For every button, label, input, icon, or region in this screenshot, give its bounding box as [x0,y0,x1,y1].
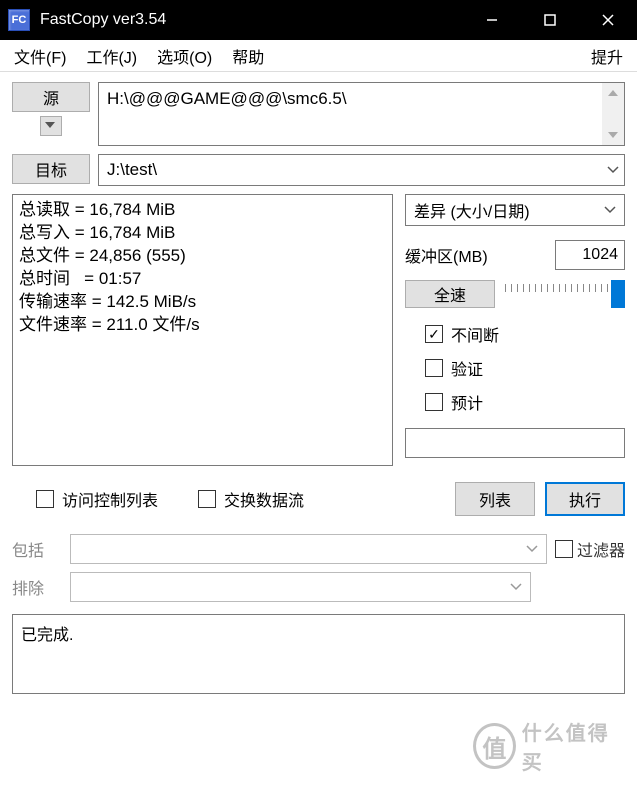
stats-box: 总读取 = 16,784 MiB 总写入 = 16,784 MiB 总文件 = … [12,194,393,466]
speed-slider[interactable] [505,280,625,308]
menu-options[interactable]: 选项(O) [151,40,218,72]
watermark-icon: 值 [473,723,516,769]
stat-total-files: 总文件 = 24,856 (555) [19,246,186,265]
chevron-down-icon [526,540,538,558]
window-controls [463,0,637,40]
filter-toggle-label: 过滤器 [577,537,625,561]
scroll-up-icon[interactable] [602,83,624,103]
include-filter-row: 包括 过滤器 [12,534,625,564]
dest-row: 目标 [12,154,625,186]
slider-thumb[interactable] [611,280,625,308]
execute-button[interactable]: 执行 [545,482,625,516]
scroll-down-icon[interactable] [602,125,624,145]
speed-row: 全速 [405,280,625,308]
watermark: 值 什么值得买 [473,716,623,776]
options-checks: 不间断 验证 预计 [405,322,625,414]
checkbox-icon [555,540,573,558]
acl-label: 访问控制列表 [62,487,158,511]
altstream-checkbox[interactable]: 交换数据流 [198,487,304,511]
filter-toggle-checkbox[interactable]: 过滤器 [555,537,625,561]
stat-total-write: 总写入 = 16,784 MiB [19,223,175,242]
stat-file-rate: 文件速率 = 211.0 文件/s [19,315,200,334]
checkbox-icon [425,359,443,377]
dest-dropdown-arrow[interactable] [602,155,624,185]
right-column: 差异 (大小/日期) 缓冲区(MB) 全速 不间断 [405,194,625,466]
buffer-row: 缓冲区(MB) [405,240,625,270]
chevron-down-icon [604,201,616,219]
checkbox-icon [425,325,443,343]
title-bar: FC FastCopy ver3.54 [0,0,637,40]
minimize-button[interactable] [463,0,521,40]
exclude-filter-row: 排除 [12,572,625,602]
copy-mode-combo[interactable]: 差异 (大小/日期) [405,194,625,226]
source-path-box: H:\@@@GAME@@@\smc6.5\ [98,82,625,146]
checkbox-icon [198,490,216,508]
log-box: 已完成. [12,614,625,694]
source-scrollbar[interactable] [602,83,624,145]
close-button[interactable] [579,0,637,40]
include-filter-combo[interactable] [70,534,547,564]
checkbox-icon [425,393,443,411]
altstream-label: 交换数据流 [224,487,304,511]
dest-button[interactable]: 目标 [12,154,90,184]
main-row: 总读取 = 16,784 MiB 总写入 = 16,784 MiB 总文件 = … [12,194,625,466]
exclude-label: 排除 [12,575,62,599]
chevron-down-icon [510,578,522,596]
menu-job[interactable]: 工作(J) [80,40,143,72]
stat-total-read: 总读取 = 16,784 MiB [19,200,175,219]
dest-path-input[interactable] [99,155,602,185]
chevron-down-icon [607,166,619,174]
estimate-checkbox[interactable]: 预计 [425,390,625,414]
slider-track [505,284,625,292]
watermark-text: 什么值得买 [522,717,623,775]
buffer-label: 缓冲区(MB) [405,243,547,267]
verify-checkbox[interactable]: 验证 [425,356,625,380]
window-title: FastCopy ver3.54 [40,11,463,29]
source-button[interactable]: 源 [12,82,90,112]
menu-file[interactable]: 文件(F) [8,40,72,72]
dest-path-box [98,154,625,186]
full-speed-button[interactable]: 全速 [405,280,495,308]
exclude-filter-combo[interactable] [70,572,531,602]
chevron-down-icon [45,122,57,130]
source-path-input[interactable]: H:\@@@GAME@@@\smc6.5\ [99,83,602,145]
source-row: 源 H:\@@@GAME@@@\smc6.5\ [12,82,625,146]
stat-transfer-rate: 传输速率 = 142.5 MiB/s [19,292,196,311]
checkbox-icon [36,490,54,508]
stat-total-time: 总时间 = 01:57 [19,269,141,288]
verify-label: 验证 [451,356,483,380]
nonstop-label: 不间断 [451,322,499,346]
maximize-button[interactable] [521,0,579,40]
menu-help[interactable]: 帮助 [226,40,270,72]
nonstop-checkbox[interactable]: 不间断 [425,322,625,346]
include-label: 包括 [12,537,62,561]
lower-controls-row: 访问控制列表 交换数据流 列表 执行 [12,482,625,516]
log-text: 已完成. [21,627,73,644]
status-mini-box [405,428,625,458]
app-icon: FC [8,9,30,31]
acl-checkbox[interactable]: 访问控制列表 [36,487,158,511]
list-button[interactable]: 列表 [455,482,535,516]
content-area: 源 H:\@@@GAME@@@\smc6.5\ 目标 [0,72,637,704]
copy-mode-value: 差异 (大小/日期) [414,198,530,222]
buffer-input[interactable] [555,240,625,270]
menu-bar: 文件(F) 工作(J) 选项(O) 帮助 提升 [0,40,637,72]
menu-elevate[interactable]: 提升 [585,40,629,72]
estimate-label: 预计 [451,390,483,414]
source-history-dropdown[interactable] [40,116,62,136]
